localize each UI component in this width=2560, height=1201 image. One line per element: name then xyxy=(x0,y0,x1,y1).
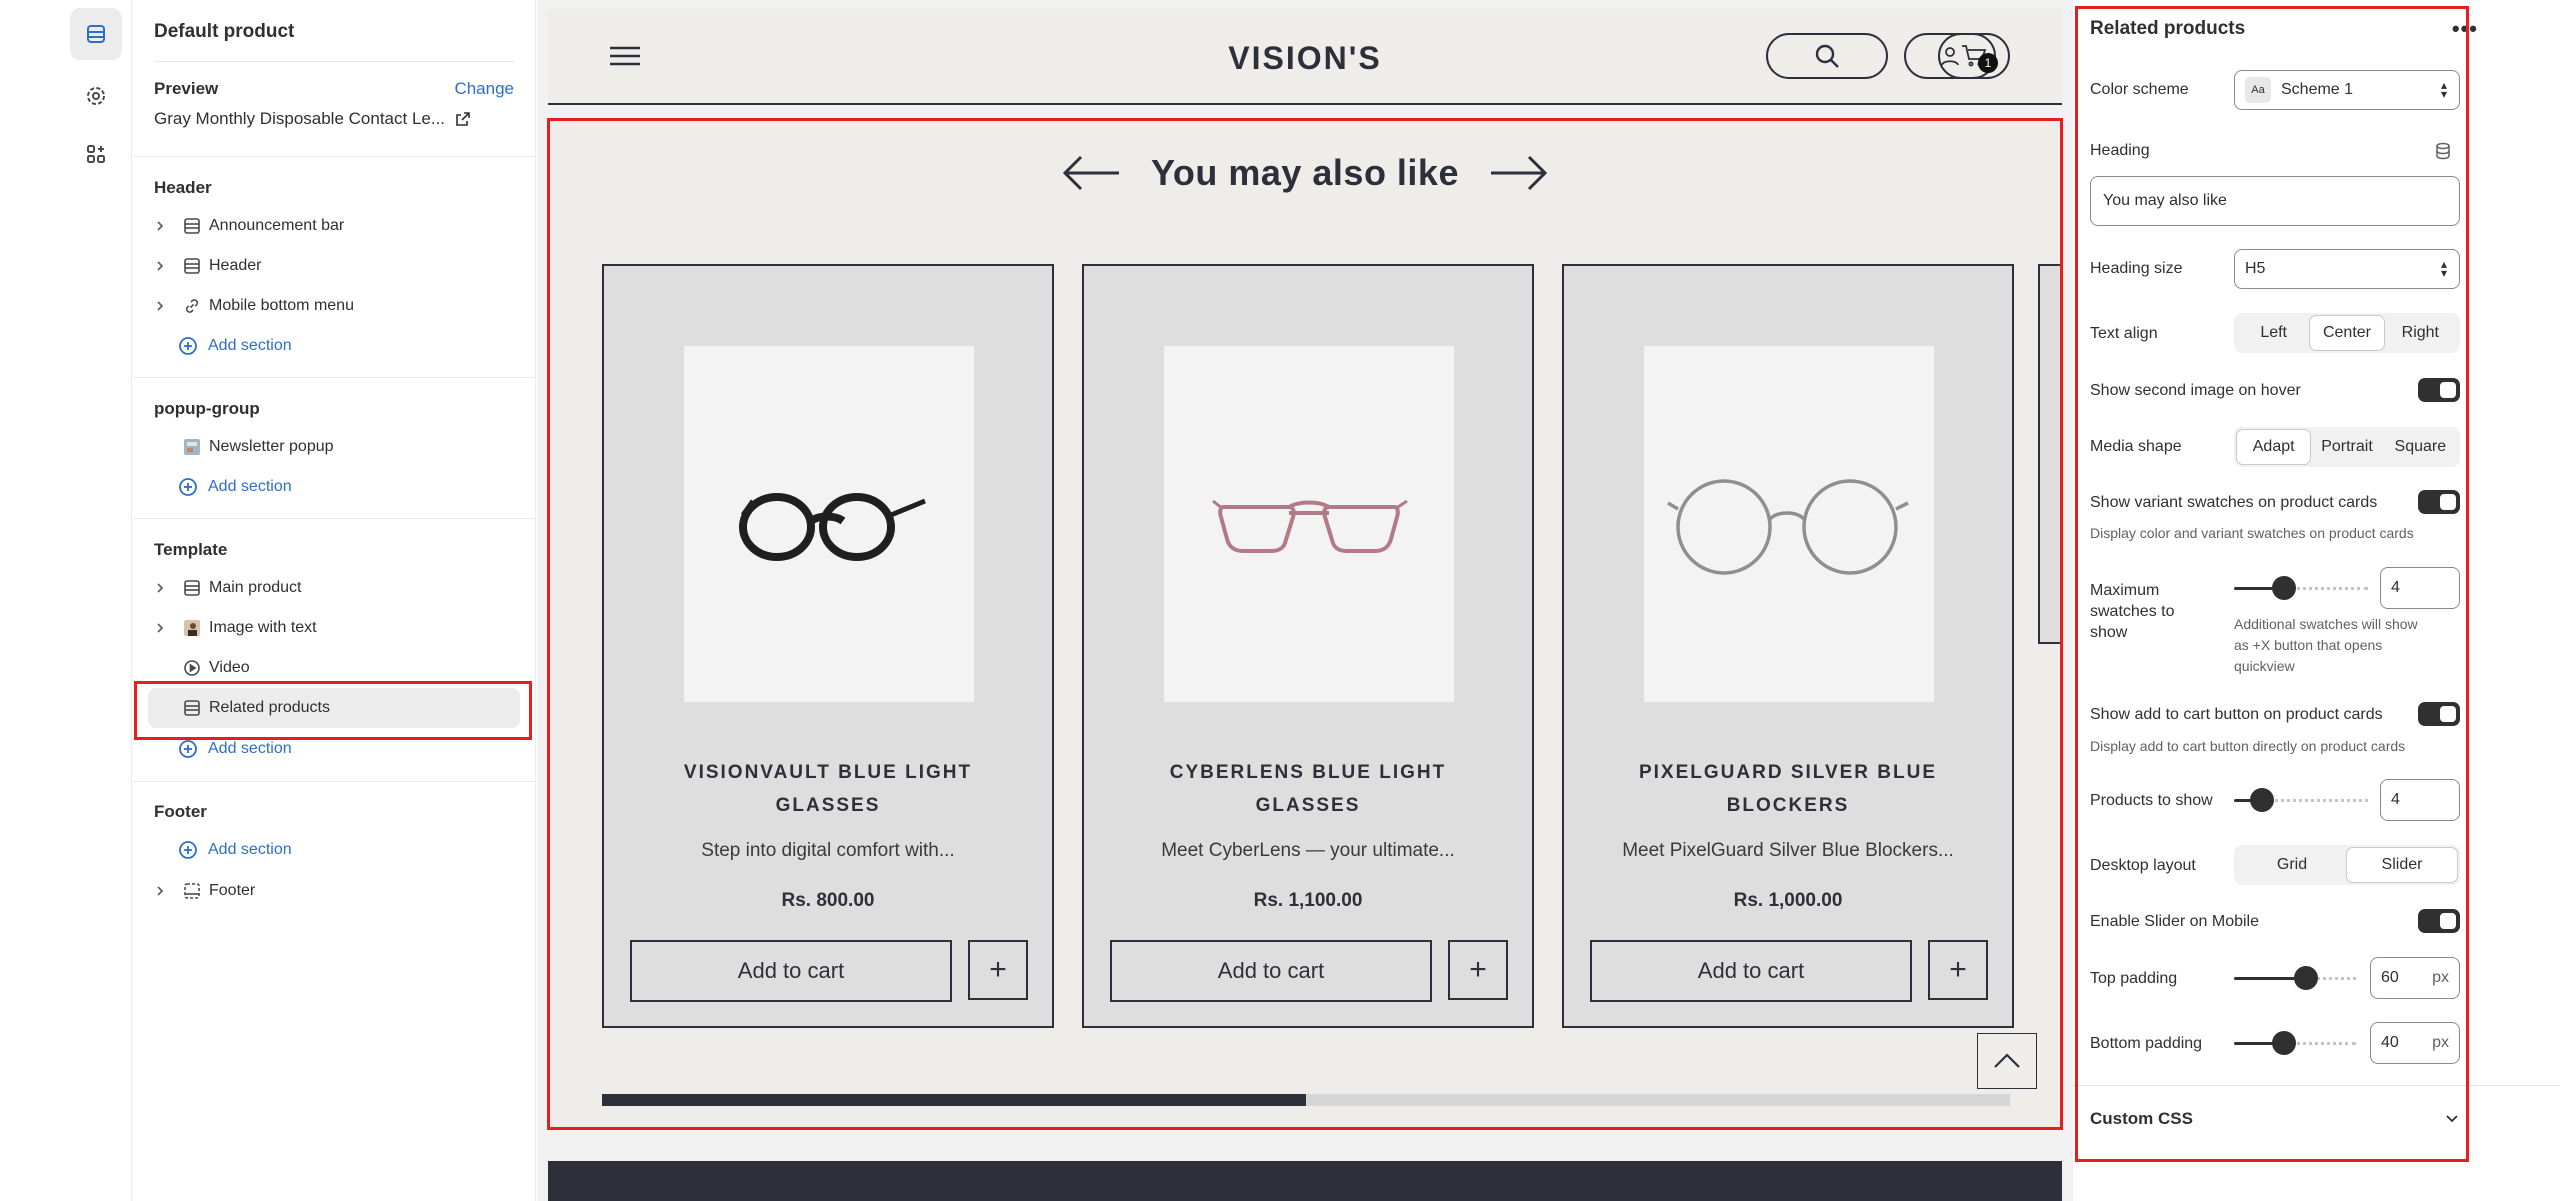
tree-item-announcement-bar[interactable]: Announcement bar xyxy=(145,206,523,246)
divider xyxy=(154,61,514,62)
highlight-box-sidebar xyxy=(134,681,532,740)
section-separator xyxy=(133,156,535,157)
tree-item-footer[interactable]: Footer xyxy=(145,871,523,911)
tree-item-newsletter-popup[interactable]: Newsletter popup xyxy=(145,427,523,467)
external-link-icon[interactable] xyxy=(455,111,471,127)
tree-item-label: Newsletter popup xyxy=(209,438,334,455)
image-thumbnail-icon xyxy=(175,619,209,637)
store-footer xyxy=(548,1161,2062,1201)
section-layout-icon xyxy=(175,257,209,275)
group-heading-template: Template xyxy=(154,540,228,559)
cart-count-badge: 1 xyxy=(1978,53,1998,73)
plus-circle-icon xyxy=(179,337,197,355)
search-icon xyxy=(1815,44,1839,68)
tree-item-label: Main product xyxy=(209,579,302,596)
preview-label: Preview xyxy=(154,79,219,98)
preview-product-name: Gray Monthly Disposable Contact Le... xyxy=(154,109,446,128)
settings-gear-icon[interactable] xyxy=(70,70,122,122)
link-icon xyxy=(175,297,209,315)
tree-item-main-product[interactable]: Main product xyxy=(145,568,523,608)
search-button[interactable] xyxy=(1766,33,1888,79)
add-section-label: Add section xyxy=(208,740,292,757)
section-separator xyxy=(133,781,535,782)
tree-item-label: Header xyxy=(209,257,262,274)
preview-product[interactable]: Gray Monthly Disposable Contact Le... xyxy=(154,109,471,129)
add-section-template[interactable]: Add section xyxy=(178,739,292,759)
tree-item-label: Footer xyxy=(209,882,256,899)
tree-item-mobile-bottom-menu[interactable]: Mobile bottom menu xyxy=(145,286,523,326)
group-heading-footer: Footer xyxy=(154,802,207,821)
tree-item-header[interactable]: Header xyxy=(145,246,523,286)
section-separator xyxy=(133,518,535,519)
sections-sidebar: Default product Preview Change Gray Mont… xyxy=(133,0,536,1201)
footer-layout-icon xyxy=(175,882,209,900)
sections-icon[interactable] xyxy=(70,8,122,60)
section-layout-icon xyxy=(175,217,209,235)
chevron-right-icon[interactable] xyxy=(145,260,175,272)
image-thumbnail-icon xyxy=(175,438,209,456)
add-section-label: Add section xyxy=(208,841,292,858)
plus-circle-icon xyxy=(179,478,197,496)
tree-item-image-with-text[interactable]: Image with text xyxy=(145,608,523,648)
preview-change-link[interactable]: Change xyxy=(454,79,514,99)
icon-rail xyxy=(0,0,132,1201)
add-section-header[interactable]: Add section xyxy=(178,336,292,356)
add-section-label: Add section xyxy=(208,478,292,495)
add-section-label: Add section xyxy=(208,337,292,354)
cart-button[interactable]: 1 xyxy=(1938,33,2010,79)
theme-editor: Default product Preview Change Gray Mont… xyxy=(0,0,2560,1201)
plus-circle-icon xyxy=(179,740,197,758)
group-heading-header: Header xyxy=(154,178,212,197)
highlight-box-preview xyxy=(547,118,2063,1130)
chevron-right-icon[interactable] xyxy=(145,885,175,897)
tree-item-label: Image with text xyxy=(209,619,317,636)
tree-item-label: Announcement bar xyxy=(209,217,345,234)
chevron-right-icon[interactable] xyxy=(145,622,175,634)
store-header: VISION'S 1 xyxy=(548,9,2062,105)
apps-icon[interactable] xyxy=(70,128,122,180)
section-layout-icon xyxy=(175,579,209,597)
group-heading-popup: popup-group xyxy=(154,399,260,418)
highlight-box-panel xyxy=(2075,6,2469,1162)
add-section-footer[interactable]: Add section xyxy=(178,840,292,860)
chevron-right-icon[interactable] xyxy=(145,220,175,232)
add-section-popup[interactable]: Add section xyxy=(178,477,292,497)
plus-circle-icon xyxy=(179,841,197,859)
section-separator xyxy=(133,377,535,378)
tree-item-label: Mobile bottom menu xyxy=(209,297,354,314)
play-circle-icon xyxy=(175,659,209,677)
chevron-right-icon[interactable] xyxy=(145,582,175,594)
template-title: Default product xyxy=(154,21,295,42)
chevron-right-icon[interactable] xyxy=(145,300,175,312)
tree-item-label: Video xyxy=(209,659,250,676)
